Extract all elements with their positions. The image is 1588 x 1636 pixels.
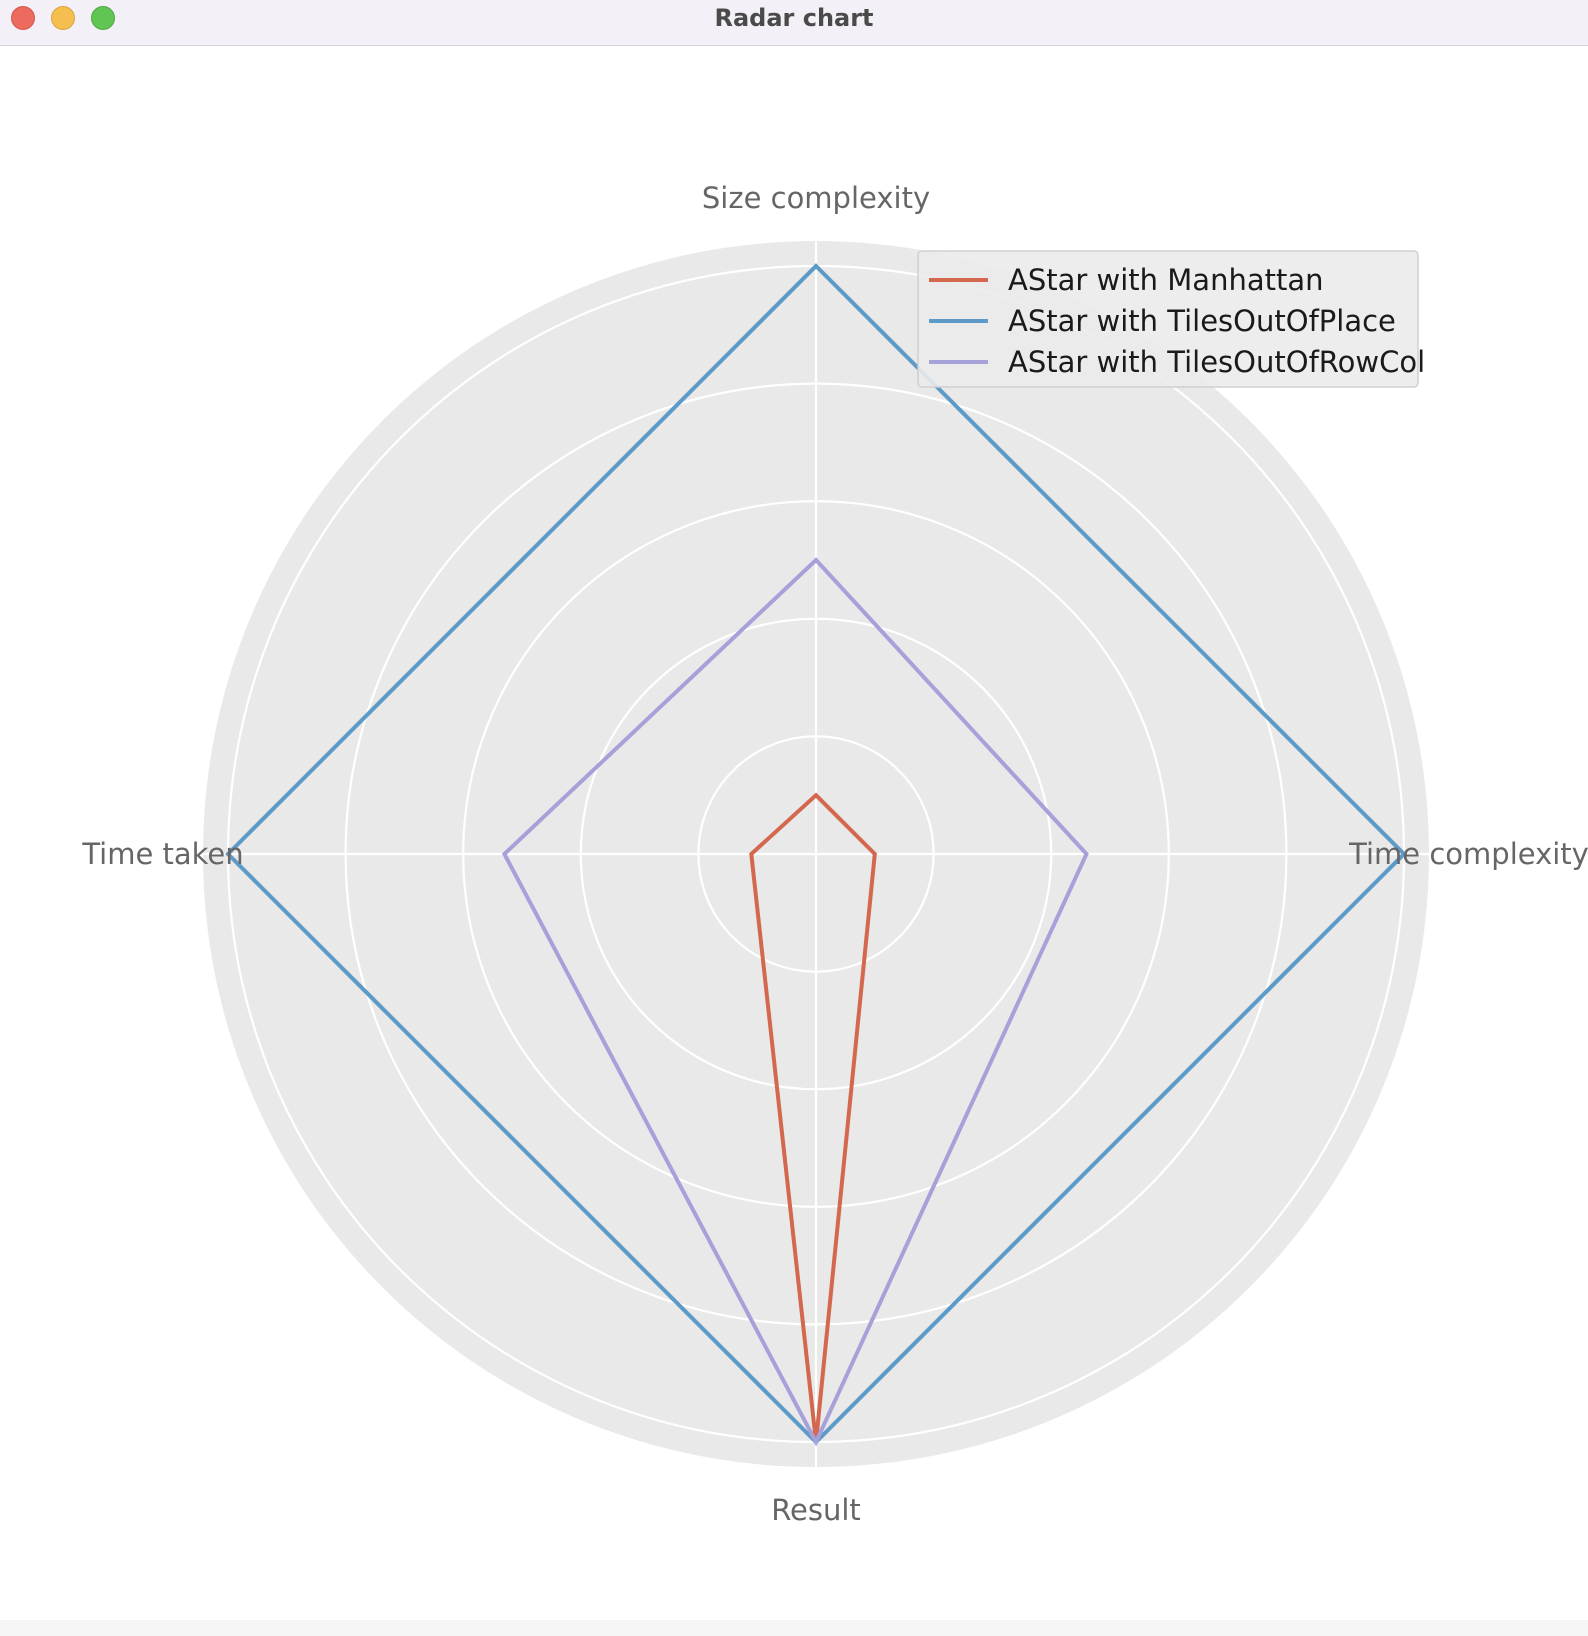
legend-label: AStar with TilesOutOfPlace bbox=[1008, 304, 1396, 338]
radar-chart: Size complexity Time complexity Result Time… bbox=[81, 181, 1588, 1527]
legend-label: AStar with Manhattan bbox=[1008, 263, 1324, 297]
legend: AStar with Manhattan AStar with TilesOutO… bbox=[917, 250, 1425, 388]
axis-label: Result bbox=[771, 1493, 861, 1527]
legend-label: AStar with TilesOutOfRowCol bbox=[1008, 345, 1425, 379]
axis-label: Time taken bbox=[81, 837, 243, 871]
axis-label: Size complexity bbox=[702, 181, 930, 215]
window-titlebar: Radar chart bbox=[0, 0, 1588, 46]
window-title: Radar chart bbox=[714, 4, 874, 32]
window-bottom-edge bbox=[0, 1620, 1588, 1636]
axis-label: Time complexity bbox=[1348, 837, 1588, 871]
